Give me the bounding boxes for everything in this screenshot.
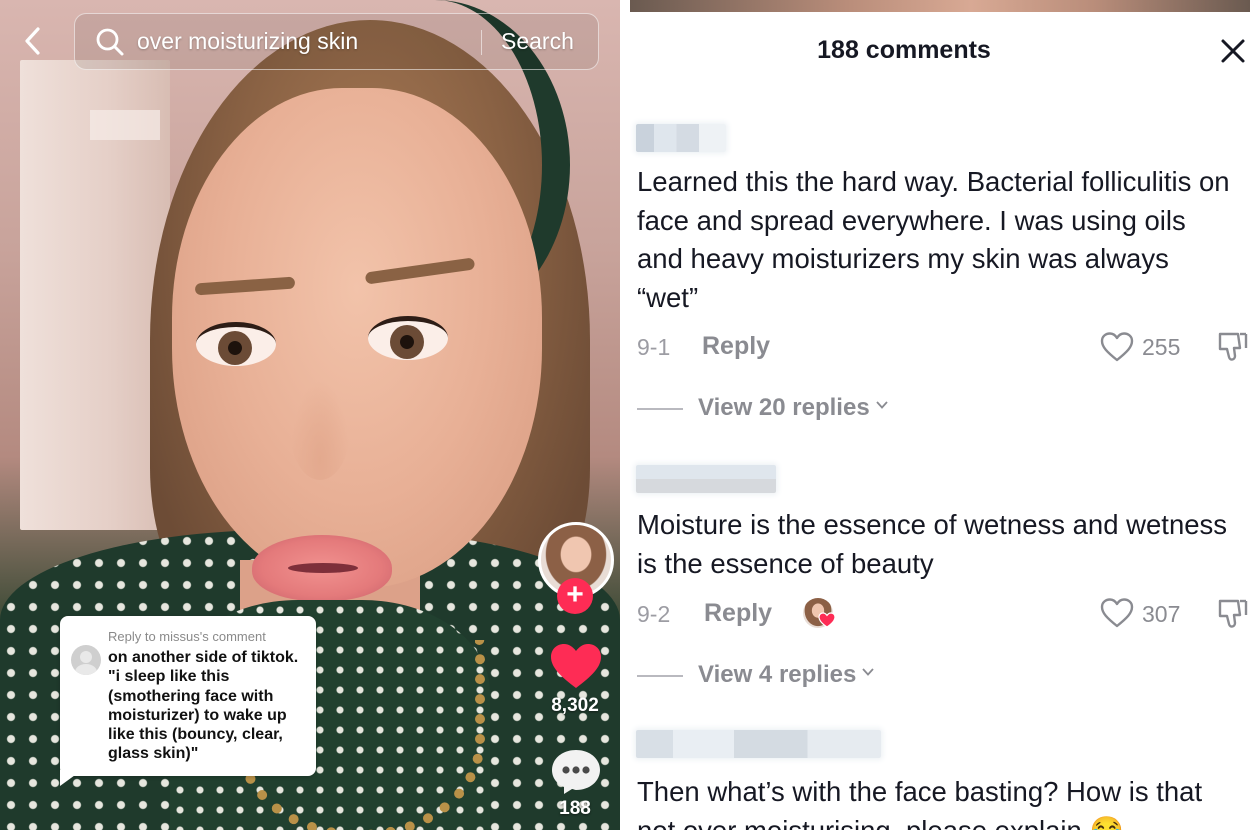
close-icon[interactable] <box>1220 38 1246 64</box>
view-replies-button[interactable]: View 20 replies <box>698 394 888 422</box>
search-input[interactable]: over moisturizing skin <box>137 28 358 55</box>
reply-text: on another side of tiktok. "i sleep like… <box>108 649 299 763</box>
view-replies-button[interactable]: View 4 replies <box>698 661 874 689</box>
view-replies-label: View 4 replies <box>698 661 857 688</box>
search-icon <box>96 28 124 56</box>
comments-title: 188 comments <box>817 36 991 64</box>
follow-button[interactable]: + <box>557 578 593 614</box>
redacted-username <box>636 730 881 758</box>
comment-text: Moisture is the essence of wetness and w… <box>637 509 1228 579</box>
reply-comment-card: Reply to missus's comment on another sid… <box>60 616 316 776</box>
reply-avatar <box>71 645 101 675</box>
reply-card-tail <box>60 770 82 786</box>
search-button[interactable]: Search <box>501 28 574 55</box>
comment-text: Then what’s with the face basting? How i… <box>637 776 1203 830</box>
video-subject-eye-left <box>196 322 276 366</box>
heart-icon[interactable] <box>550 644 602 690</box>
comment-text: Learned this the hard way. Bacterial fol… <box>637 166 1230 313</box>
back-icon[interactable] <box>18 26 48 56</box>
comment-date: 9-2 <box>637 601 671 627</box>
dislike-icon[interactable] <box>1216 597 1250 631</box>
panel-divider <box>620 0 630 830</box>
video-peek-strip <box>630 0 1250 12</box>
background-panel <box>90 110 160 140</box>
comments-panel: 188 comments Learned this the hard way. … <box>630 0 1250 830</box>
comment-like-count: 255 <box>1142 334 1181 360</box>
reply-header: Reply to missus's comment <box>108 629 266 644</box>
reply-button[interactable]: Reply <box>702 332 770 361</box>
replies-divider-line <box>637 408 683 410</box>
comment-count: 188 <box>559 798 591 819</box>
heart-outline-icon[interactable] <box>1100 332 1134 362</box>
search-bar[interactable]: over moisturizing skin Search <box>74 13 599 70</box>
comment-like-count: 307 <box>1142 601 1181 627</box>
like-count: 8,302 <box>551 695 599 716</box>
replies-divider-line <box>637 675 683 677</box>
redacted-username <box>636 465 776 493</box>
view-replies-label: View 20 replies <box>698 394 870 421</box>
redacted-username <box>636 124 726 152</box>
dislike-icon[interactable] <box>1216 330 1250 364</box>
video-subject-eye-right <box>368 316 448 360</box>
creator-liked-heart-icon <box>818 612 836 628</box>
reply-button[interactable]: Reply <box>704 599 772 628</box>
heart-outline-icon[interactable] <box>1100 598 1134 628</box>
comment-icon[interactable] <box>550 748 602 796</box>
search-divider <box>481 30 482 55</box>
comment-date: 9-1 <box>637 334 671 360</box>
chevron-down-icon <box>862 668 874 676</box>
video-subject-nose <box>290 380 350 480</box>
chevron-down-icon <box>876 401 888 409</box>
video-subject-mouth <box>288 563 358 573</box>
video-player[interactable]: over moisturizing skin Search Reply to m… <box>0 0 620 830</box>
